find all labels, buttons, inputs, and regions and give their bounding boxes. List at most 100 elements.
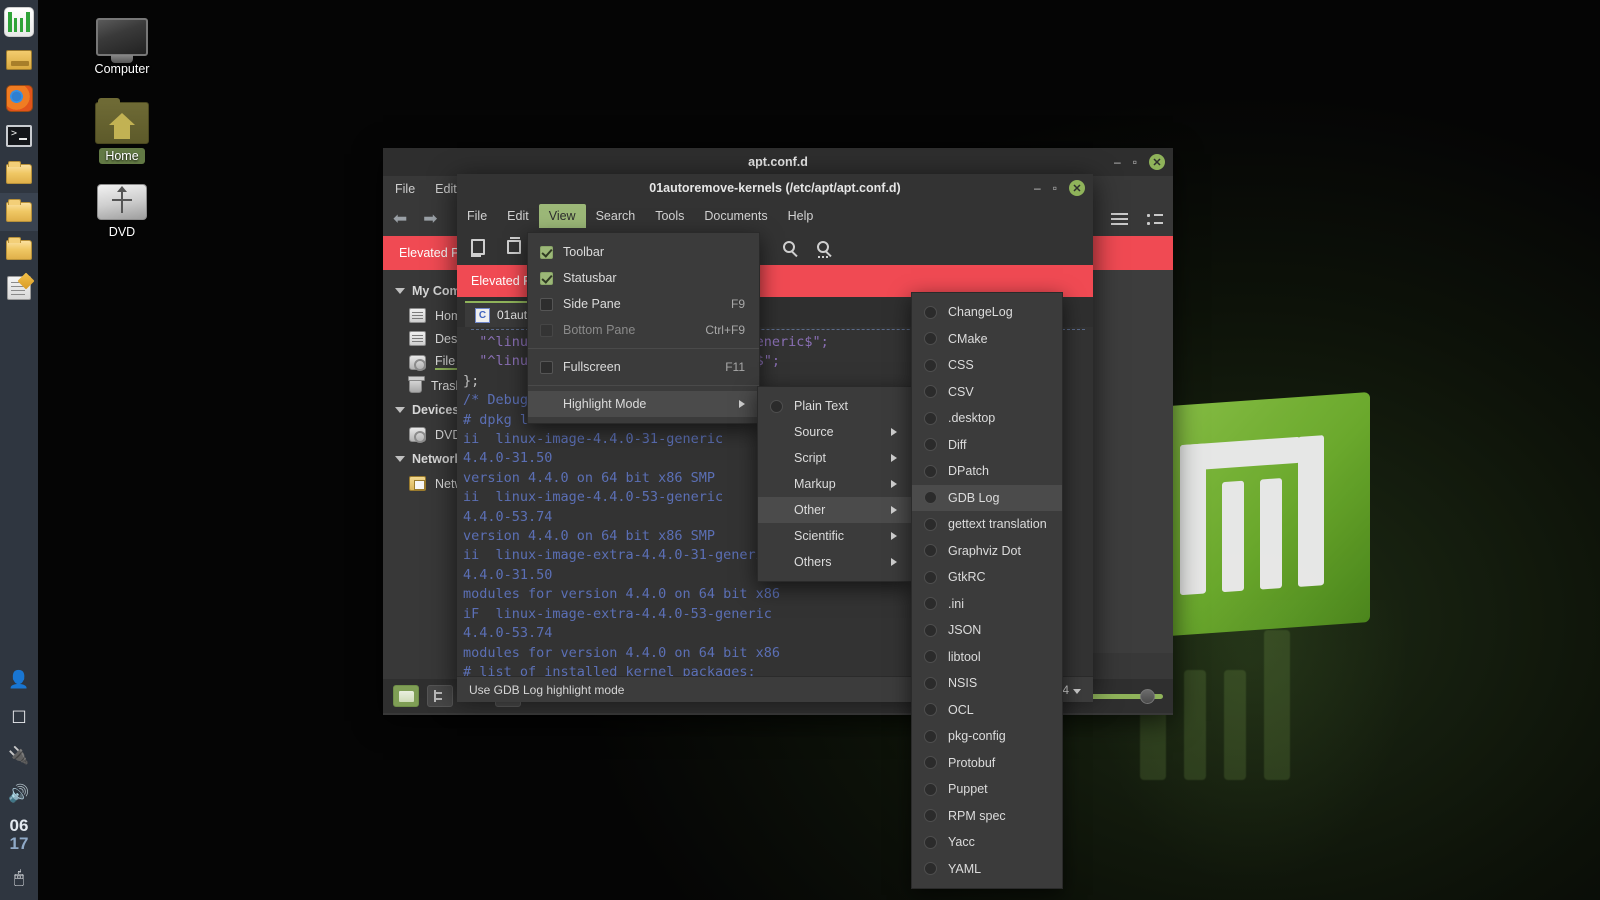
radio-icon[interactable] — [924, 729, 937, 743]
radio-icon[interactable] — [924, 385, 937, 399]
menu-item-yaml[interactable]: YAML — [912, 856, 1062, 883]
menu-item-toolbar[interactable]: Toolbar — [528, 239, 759, 265]
menu-item-gdb-log[interactable]: GDB Log — [912, 484, 1062, 511]
tray-volume[interactable]: 🔊 — [0, 774, 38, 812]
menu-item-gettext-translation[interactable]: gettext translation — [912, 511, 1062, 538]
menu-item-plain-text[interactable]: Plain Text — [758, 393, 911, 419]
radio-icon[interactable] — [770, 399, 783, 413]
launcher-terminal[interactable] — [0, 117, 38, 155]
radio-icon[interactable] — [924, 570, 937, 584]
radio-icon[interactable] — [924, 809, 937, 823]
task-text-editor[interactable] — [0, 269, 38, 307]
radio-icon[interactable] — [924, 623, 937, 637]
radio-icon[interactable] — [924, 676, 937, 690]
menu-tools[interactable]: Tools — [645, 204, 694, 228]
menu-item-diff[interactable]: Diff — [912, 432, 1062, 459]
menu-item-ini[interactable]: .ini — [912, 591, 1062, 618]
clock[interactable]: 06 17 — [0, 812, 38, 858]
maximize-button[interactable]: ▫ — [1053, 181, 1057, 195]
minimize-button[interactable]: – — [1114, 155, 1121, 169]
back-icon[interactable]: ⬅ — [393, 209, 407, 229]
tray-user[interactable]: 👤 — [0, 660, 38, 698]
maximize-button[interactable]: ▫ — [1133, 155, 1137, 169]
menu-item-ocl[interactable]: OCL — [912, 697, 1062, 724]
radio-icon[interactable] — [924, 464, 937, 478]
task-folder-1[interactable] — [0, 155, 38, 193]
radio-icon[interactable] — [924, 782, 937, 796]
checkbox-checked-icon[interactable] — [540, 271, 553, 285]
radio-icon[interactable] — [924, 438, 937, 452]
new-document-icon[interactable] — [471, 239, 485, 257]
desktop-icon-home[interactable]: Home — [74, 98, 170, 164]
list-view-icon[interactable] — [1111, 213, 1128, 225]
menu-documents[interactable]: Documents — [694, 204, 777, 228]
menu-file[interactable]: File — [457, 204, 497, 228]
checkbox-icon[interactable] — [540, 360, 553, 374]
tray-usb[interactable]: 🔌 — [0, 736, 38, 774]
close-button[interactable]: ✕ — [1069, 180, 1085, 196]
menu-help[interactable]: Help — [778, 204, 824, 228]
radio-icon[interactable] — [924, 358, 937, 372]
checkbox-checked-icon[interactable] — [540, 245, 553, 259]
checkbox-icon[interactable] — [540, 297, 553, 311]
menu-edit[interactable]: Edit — [497, 204, 539, 228]
desktop-icon-computer[interactable]: Computer — [74, 18, 170, 77]
show-desktop-button[interactable]: 🖱 — [0, 858, 38, 896]
radio-icon[interactable] — [924, 411, 937, 425]
tray-update[interactable]: ☐ — [0, 698, 38, 736]
radio-icon[interactable] — [924, 305, 937, 319]
menu-item-script[interactable]: Script — [758, 445, 911, 471]
menu-item-csv[interactable]: CSV — [912, 379, 1062, 406]
task-folder-2[interactable] — [0, 193, 38, 231]
menu-item-libtool[interactable]: libtool — [912, 644, 1062, 671]
menu-item-dpatch[interactable]: DPatch — [912, 458, 1062, 485]
menu-item-desktop[interactable]: .desktop — [912, 405, 1062, 432]
menu-search[interactable]: Search — [586, 204, 646, 228]
find-replace-icon[interactable] — [817, 241, 829, 258]
radio-icon[interactable] — [924, 491, 937, 505]
radio-icon[interactable] — [924, 650, 937, 664]
menu-item-cmake[interactable]: CMake — [912, 326, 1062, 353]
menu-item-graphviz-dot[interactable]: Graphviz Dot — [912, 538, 1062, 565]
radio-icon[interactable] — [924, 703, 937, 717]
menu-item-scientific[interactable]: Scientific — [758, 523, 911, 549]
menu-item-pkg-config[interactable]: pkg-config — [912, 723, 1062, 750]
menu-item-changelog[interactable]: ChangeLog — [912, 299, 1062, 326]
radio-icon[interactable] — [924, 862, 937, 876]
radio-icon[interactable] — [924, 597, 937, 611]
menu-item-css[interactable]: CSS — [912, 352, 1062, 379]
editor-titlebar[interactable]: 01autoremove-kernels (/etc/apt/apt.conf.… — [457, 174, 1093, 202]
compact-view-icon[interactable] — [1146, 213, 1163, 225]
menu-view[interactable]: View — [538, 203, 586, 228]
menu-item-rpm-spec[interactable]: RPM spec — [912, 803, 1062, 830]
menu-item-other[interactable]: Other — [758, 497, 911, 523]
radio-icon[interactable] — [924, 332, 937, 346]
folder-view-button[interactable] — [393, 685, 419, 707]
radio-icon[interactable] — [924, 544, 937, 558]
task-folder-3[interactable] — [0, 231, 38, 269]
launcher-firefox[interactable] — [0, 79, 38, 117]
menu-item-side-pane[interactable]: Side Pane F9 — [528, 291, 759, 317]
menu-item-highlight-mode[interactable]: Highlight Mode — [528, 391, 759, 417]
menu-item-protobuf[interactable]: Protobuf — [912, 750, 1062, 777]
menu-item-markup[interactable]: Markup — [758, 471, 911, 497]
menu-item-nsis[interactable]: NSIS — [912, 670, 1062, 697]
forward-icon[interactable]: ➡ — [423, 209, 437, 229]
menu-item-puppet[interactable]: Puppet — [912, 776, 1062, 803]
file-manager-titlebar[interactable]: apt.conf.d – ▫ ✕ — [383, 148, 1173, 176]
menu-item-gtkrc[interactable]: GtkRC — [912, 564, 1062, 591]
open-document-icon[interactable] — [507, 237, 521, 254]
menu-button[interactable] — [0, 3, 38, 41]
find-icon[interactable] — [783, 241, 795, 253]
zoom-knob[interactable] — [1140, 688, 1155, 704]
radio-icon[interactable] — [924, 517, 937, 531]
fm-menu-file[interactable]: File — [395, 182, 415, 196]
radio-icon[interactable] — [924, 756, 937, 770]
radio-icon[interactable] — [924, 835, 937, 849]
desktop-icon-dvd[interactable]: DVD — [74, 180, 170, 240]
menu-item-fullscreen[interactable]: Fullscreen F11 — [528, 354, 759, 380]
menu-item-yacc[interactable]: Yacc — [912, 829, 1062, 856]
launcher-files[interactable] — [0, 41, 38, 79]
menu-item-others[interactable]: Others — [758, 549, 911, 575]
close-button[interactable]: ✕ — [1149, 154, 1165, 170]
